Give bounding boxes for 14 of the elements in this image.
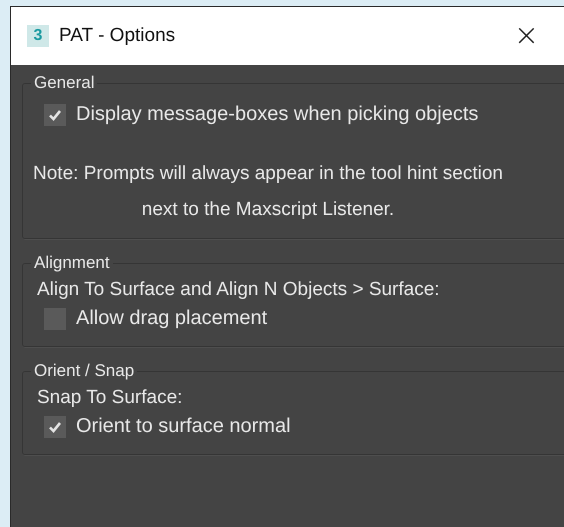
checkbox-label[interactable]: Allow drag placement bbox=[76, 307, 268, 330]
note-text: Note: Prompts will always appear in the tool hint section next to the Maxscript Listener. bbox=[33, 162, 503, 222]
group-label: General bbox=[33, 73, 96, 93]
app-icon: 3 bbox=[27, 25, 49, 47]
group-label: Alignment bbox=[33, 253, 111, 273]
section-label: Align To Surface and Align N Objects > Surface: bbox=[37, 279, 441, 301]
checkbox[interactable] bbox=[44, 104, 66, 126]
checkbox[interactable] bbox=[44, 416, 66, 438]
close-button[interactable]: × bbox=[508, 21, 545, 51]
section-label: Snap To Surface: bbox=[37, 387, 184, 409]
window-title: PAT - Options bbox=[59, 25, 176, 47]
checkbox-label[interactable]: Display message-boxes when picking objects bbox=[76, 103, 478, 126]
checkbox-label[interactable]: Orient to surface normal bbox=[76, 415, 291, 438]
group-label: Orient / Snap bbox=[33, 361, 136, 381]
